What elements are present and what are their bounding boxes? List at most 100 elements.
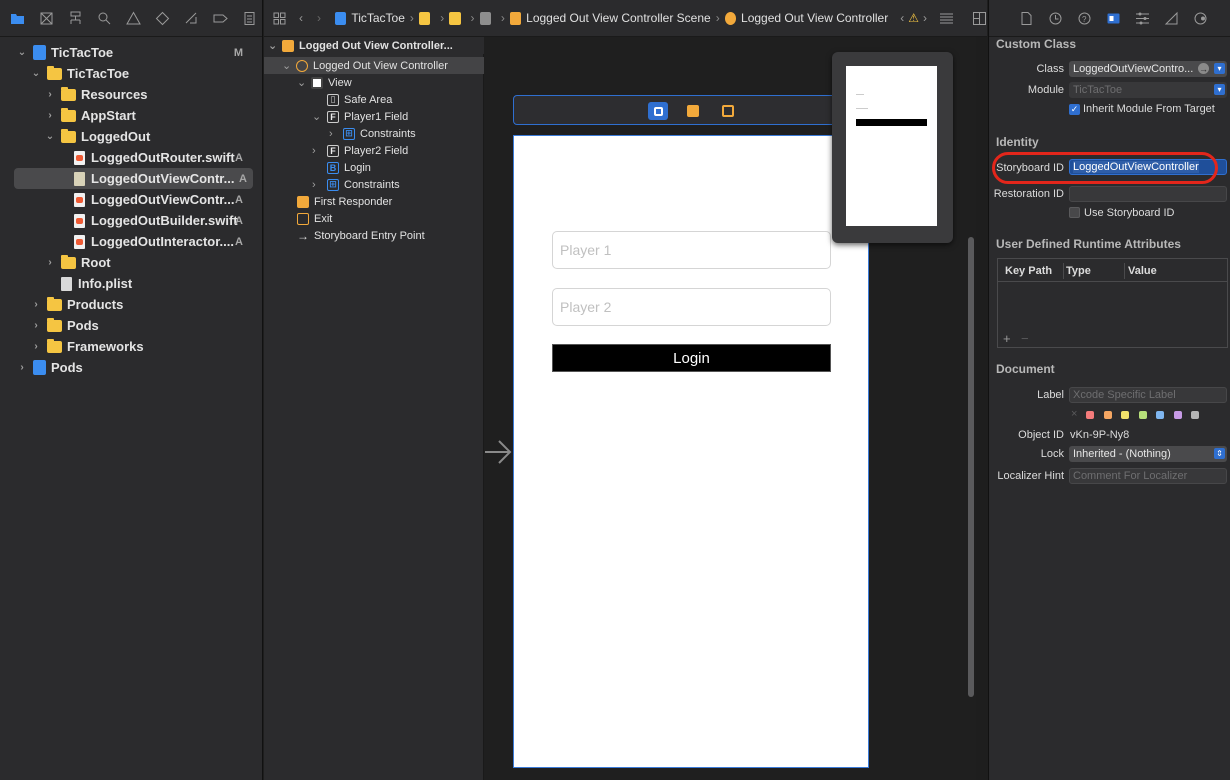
label-color-swatch[interactable] [1138,411,1147,419]
column-header[interactable]: Value [1128,265,1157,277]
chevron-down-icon[interactable]: ⌄ [312,110,322,123]
go-to-class-icon[interactable]: → [1198,63,1209,74]
chevron-down-icon[interactable]: ⌄ [16,47,28,58]
player2-field[interactable]: Player 2 [552,288,831,326]
class-combo[interactable]: LoggedOutViewContro... → ▾ [1069,61,1227,77]
chevron-updown-icon[interactable]: ⇕ [1214,448,1225,459]
folder-icon[interactable] [10,11,25,26]
chevron-right-icon[interactable]: › [30,341,42,352]
chevron-right-icon[interactable]: › [44,89,56,100]
minimap[interactable] [832,52,953,243]
column-header[interactable]: Type [1066,265,1091,277]
outline-row-button[interactable]: B Login [264,159,484,176]
chevron-right-icon[interactable]: › [329,128,339,140]
tree-row-project[interactable]: › Pods [0,357,263,378]
chevron-down-icon[interactable]: ⌄ [297,76,307,89]
outline-row-constraints[interactable]: › ⊞ Constraints [264,125,484,142]
chevron-down-icon[interactable]: ⌄ [30,68,42,79]
label-color-swatch[interactable] [1156,411,1164,419]
warning-icon[interactable]: ⚠ [908,11,919,25]
folder-icon[interactable] [418,11,431,25]
jumpbar-scene[interactable]: Logged Out View Controller Scene [526,11,711,25]
player1-field[interactable]: Player 1 [552,231,831,269]
next-issue-icon[interactable]: › [923,11,927,25]
tree-row-folder[interactable]: ⌄ TicTacToe [0,63,263,84]
view-controller-icon[interactable] [648,102,668,120]
breakpoint-icon[interactable] [213,11,228,26]
tree-row-file-selected[interactable]: LoggedOutViewContr... A [14,168,253,189]
attributes-inspector-icon[interactable] [1135,11,1150,26]
outline-row-entry-point[interactable]: → Storyboard Entry Point [264,227,484,244]
lock-popup[interactable]: Inherited - (Nothing) ⇕ [1069,446,1227,462]
split-editor-icon[interactable] [972,11,987,26]
jumpbar-controller[interactable]: Logged Out View Controller [741,11,888,25]
tree-row-folder[interactable]: › Frameworks [0,336,263,357]
label-color-swatch[interactable] [1173,411,1182,419]
outline-row-controller[interactable]: ⌄ Logged Out View Controller [264,57,484,74]
chevron-right-icon[interactable]: › [44,257,56,268]
related-items-icon[interactable] [272,11,287,26]
tree-row-file[interactable]: LoggedOutInteractor.... A [0,231,263,252]
tree-row-file[interactable]: LoggedOutRouter.swift A [0,147,263,168]
debug-icon[interactable] [184,11,199,26]
tree-row-project[interactable]: ⌄ TicTacToe M [0,42,263,63]
tree-row-file[interactable]: Info.plist [0,273,263,294]
tree-row-file[interactable]: LoggedOutViewContr... A [0,189,263,210]
outline-row-constraints[interactable]: › ⊞ Constraints [264,176,484,193]
warning-icon[interactable] [126,10,141,26]
chevron-right-icon[interactable]: › [16,362,28,373]
chevron-right-icon[interactable]: › [30,320,42,331]
tree-row-folder[interactable]: › Root [0,252,263,273]
use-storyboard-id-checkbox[interactable] [1069,207,1080,218]
clear-color-icon[interactable]: × [1071,408,1077,420]
test-icon[interactable] [155,11,170,26]
restoration-id-field[interactable] [1069,186,1227,202]
localizer-hint-field[interactable]: Comment For Localizer [1069,468,1227,484]
chevron-down-icon[interactable]: ▾ [1214,84,1225,95]
label-color-swatch[interactable] [1086,411,1094,419]
tree-row-file[interactable]: LoggedOutBuilder.swift A [0,210,263,231]
inherit-module-checkbox[interactable]: ✓ [1069,104,1080,115]
runtime-attributes-table[interactable]: Key Path Type Value + − [997,258,1228,348]
column-header[interactable]: Key Path [1005,265,1052,277]
jumpbar-project[interactable]: TicTacToe [351,11,405,25]
back-icon[interactable]: ‹ [299,11,303,25]
identity-inspector-icon[interactable] [1106,11,1121,26]
editor-options-icon[interactable] [939,11,954,26]
chevron-down-icon[interactable]: ⌄ [268,39,278,52]
size-inspector-icon[interactable] [1164,11,1179,26]
source-control-icon[interactable] [39,11,54,26]
vertical-scrollbar[interactable] [968,237,974,697]
connections-inspector-icon[interactable] [1193,11,1208,26]
first-responder-icon[interactable] [683,102,703,120]
chevron-right-icon[interactable]: › [44,110,56,121]
remove-attribute-button[interactable]: − [1021,331,1029,346]
chevron-right-icon[interactable]: › [312,145,322,157]
tree-row-folder[interactable]: › Pods [0,315,263,336]
previous-issue-icon[interactable]: ‹ [900,11,904,25]
history-icon[interactable] [1048,11,1063,26]
outline-row-textfield[interactable]: › F Player2 Field [264,142,484,159]
add-attribute-button[interactable]: + [1003,331,1011,346]
forward-icon[interactable]: › [317,11,321,25]
file-inspector-icon[interactable] [1019,11,1034,26]
folder-icon[interactable] [449,11,461,25]
report-icon[interactable] [242,11,257,26]
hierarchy-icon[interactable] [68,11,83,26]
chevron-right-icon[interactable]: › [30,299,42,310]
chevron-down-icon[interactable]: ⌄ [44,131,56,142]
view-controller-scene[interactable]: Player 1 Player 2 Login [513,135,869,768]
outline-row-first-responder[interactable]: First Responder [264,193,484,210]
outline-row-textfield[interactable]: ⌄ F Player1 Field [264,108,484,125]
chevron-down-icon[interactable]: ⌄ [282,59,292,72]
tree-row-folder[interactable]: ⌄ LoggedOut [0,126,263,147]
storyboard-canvas[interactable]: Player 1 Player 2 Login [484,37,976,780]
label-color-swatch[interactable] [1191,411,1199,419]
exit-icon[interactable] [718,102,738,120]
tree-row-folder[interactable]: › AppStart [0,105,263,126]
outline-row-scene[interactable]: ⌄ Logged Out View Controller... [264,37,484,54]
chevron-right-icon[interactable]: › [312,179,322,191]
entry-point-arrow-icon[interactable] [484,437,512,467]
help-icon[interactable]: ? [1077,11,1092,26]
tree-row-folder[interactable]: › Resources [0,84,263,105]
